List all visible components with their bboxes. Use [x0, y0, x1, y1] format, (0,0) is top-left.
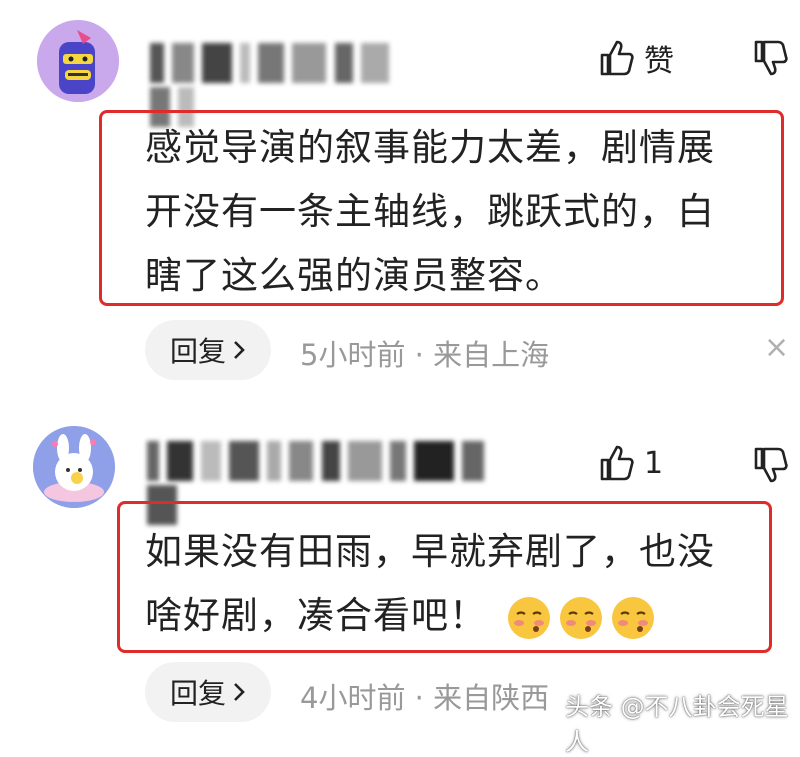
avatar-bunny-icon	[33, 426, 115, 508]
watermark: 头条 @不八卦会死星人	[565, 693, 789, 756]
chevron-right-icon	[234, 683, 245, 701]
comment-meta: 5小时前 · 来自上海	[300, 338, 550, 372]
dislike-button[interactable]	[750, 38, 790, 82]
reply-button[interactable]: 回复	[145, 320, 271, 380]
like-count: 1	[644, 445, 664, 481]
blush-emoji-icon	[611, 596, 654, 639]
reply-label: 回复	[169, 677, 226, 710]
dislike-button[interactable]	[750, 445, 790, 489]
reply-button[interactable]: 回复	[145, 662, 271, 722]
blush-emoji-icon	[507, 596, 550, 639]
like-button[interactable]: 赞	[596, 36, 674, 80]
like-label: 赞	[644, 44, 674, 79]
comment-text[interactable]: 感觉导演的叙事能力太差，剧情展 开没有一条主轴线，跳跃式的，白 瞎了这么强的演员…	[145, 116, 775, 308]
avatar[interactable]	[33, 426, 115, 508]
comment-line: 如果没有田雨，早就弃剧了，也没	[145, 530, 715, 573]
blush-emoji-icon	[559, 596, 602, 639]
thumbs-up-icon	[600, 40, 634, 76]
like-button[interactable]: 1	[596, 443, 663, 483]
comment-line: 感觉导演的叙事能力太差，剧情展	[145, 126, 715, 169]
comment-line: 开没有一条主轴线，跳跃式的，白	[145, 190, 715, 233]
reply-label: 回复	[169, 335, 226, 368]
username-blurred[interactable]	[150, 43, 410, 127]
username-blurred[interactable]	[147, 441, 497, 525]
avatar-character-icon	[37, 20, 119, 102]
avatar[interactable]	[37, 20, 119, 102]
comment-line: 瞎了这么强的演员整容。	[145, 254, 563, 297]
thumbs-down-icon	[754, 447, 788, 483]
comment-line: 啥好剧，凑合看吧！	[145, 594, 487, 637]
comment-meta: 4小时前 · 来自陕西	[300, 681, 550, 715]
thumbs-down-icon	[754, 40, 788, 76]
thumbs-up-icon	[600, 445, 634, 481]
comment-text[interactable]: 如果没有田雨，早就弃剧了，也没 啥好剧，凑合看吧！	[145, 520, 770, 648]
chevron-right-icon	[234, 341, 245, 359]
close-icon[interactable]: ×	[764, 330, 789, 365]
